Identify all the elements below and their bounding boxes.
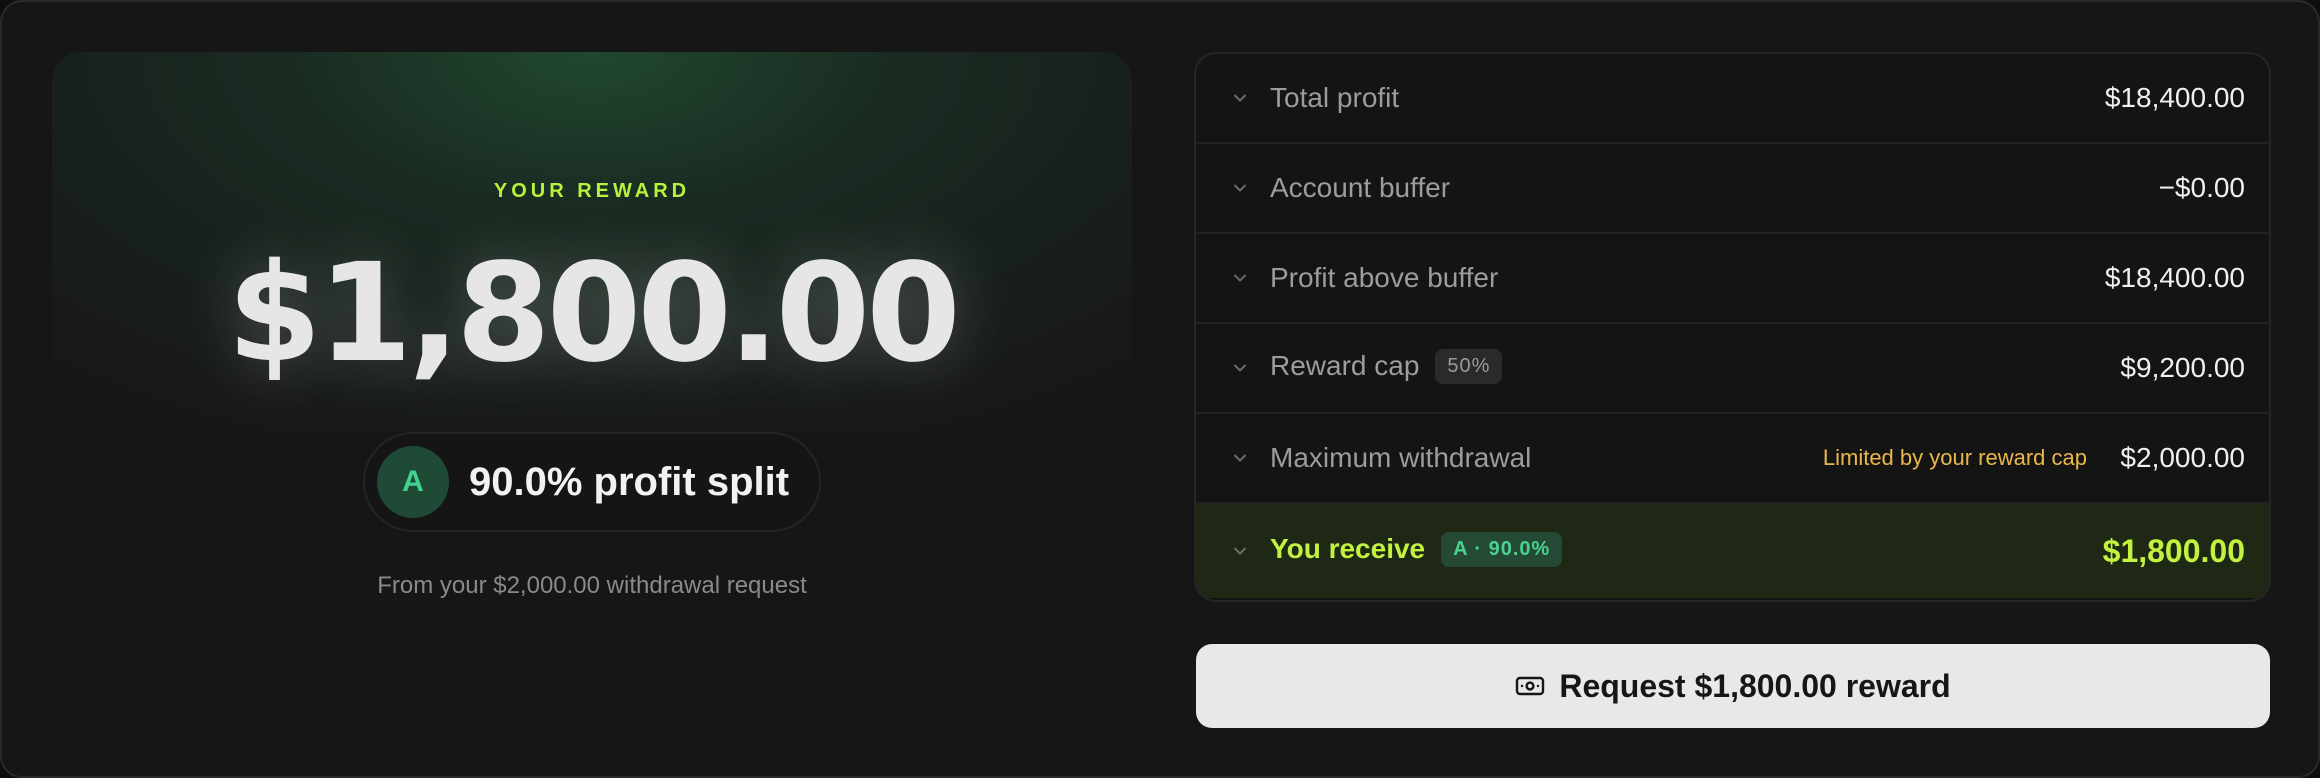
row-value: −$0.00 <box>2158 172 2245 203</box>
chevron-down-icon <box>1234 364 1246 372</box>
breakdown-row-reward-cap[interactable]: Reward cap 50% $9,200.00 <box>1196 324 2269 414</box>
cash-icon <box>1516 676 1545 696</box>
row-label: Account buffer <box>1270 172 1451 203</box>
tier-split-badge: A · 90.0% <box>1441 531 1563 567</box>
row-label: Reward cap 50% <box>1270 348 1503 385</box>
reward-amount: $1,800.00 <box>227 235 961 393</box>
breakdown-row-maximum-withdrawal[interactable]: Maximum withdrawal Limited by your rewar… <box>1196 414 2269 504</box>
request-button-label: Request $1,800.00 reward <box>1559 667 1951 704</box>
chevron-down-icon <box>1234 454 1246 462</box>
row-value: $2,000.00 <box>2120 442 2245 473</box>
row-value: $9,200.00 <box>2120 352 2245 383</box>
breakdown-row-total-profit[interactable]: Total profit $18,400.00 <box>1196 54 2269 144</box>
profit-split-pill: A 90.0% profit split <box>363 432 821 532</box>
chevron-down-icon <box>1234 184 1246 192</box>
chevron-down-icon <box>1234 94 1246 102</box>
row-label-text: You receive <box>1270 533 1426 565</box>
row-value: $18,400.00 <box>2104 262 2245 293</box>
breakdown-row-profit-above-buffer[interactable]: Profit above buffer $18,400.00 <box>1196 234 2269 324</box>
chevron-down-icon <box>1234 274 1246 282</box>
chevron-down-icon <box>1234 547 1246 555</box>
reward-label: YOUR REWARD <box>493 180 691 202</box>
request-reward-button[interactable]: Request $1,800.00 reward <box>1196 644 2270 728</box>
withdrawal-source-text: From your $2,000.00 withdrawal request <box>377 572 807 599</box>
row-label: Profit above buffer <box>1270 262 1499 293</box>
row-label: Maximum withdrawal <box>1270 442 1532 473</box>
row-label-text: Reward cap <box>1270 350 1420 382</box>
limit-note: Limited by your reward cap <box>1822 445 2087 470</box>
row-label: Total profit <box>1270 82 1400 113</box>
profit-split-text: 90.0% profit split <box>469 459 790 504</box>
row-label: You receive A · 90.0% <box>1270 531 1563 568</box>
breakdown-row-account-buffer[interactable]: Account buffer −$0.00 <box>1196 144 2269 234</box>
reward-breakdown: Total profit $18,400.00 Account buffer −… <box>1194 52 2271 602</box>
reward-cap-badge: 50% <box>1435 348 1503 384</box>
receive-amount: $1,800.00 <box>2102 532 2245 569</box>
tier-avatar: A <box>377 446 449 518</box>
breakdown-row-you-receive[interactable]: You receive A · 90.0% $1,800.00 <box>1196 504 2269 598</box>
reward-panel: YOUR REWARD $1,800.00 A 90.0% profit spl… <box>0 0 2320 778</box>
row-value: $18,400.00 <box>2104 82 2245 113</box>
